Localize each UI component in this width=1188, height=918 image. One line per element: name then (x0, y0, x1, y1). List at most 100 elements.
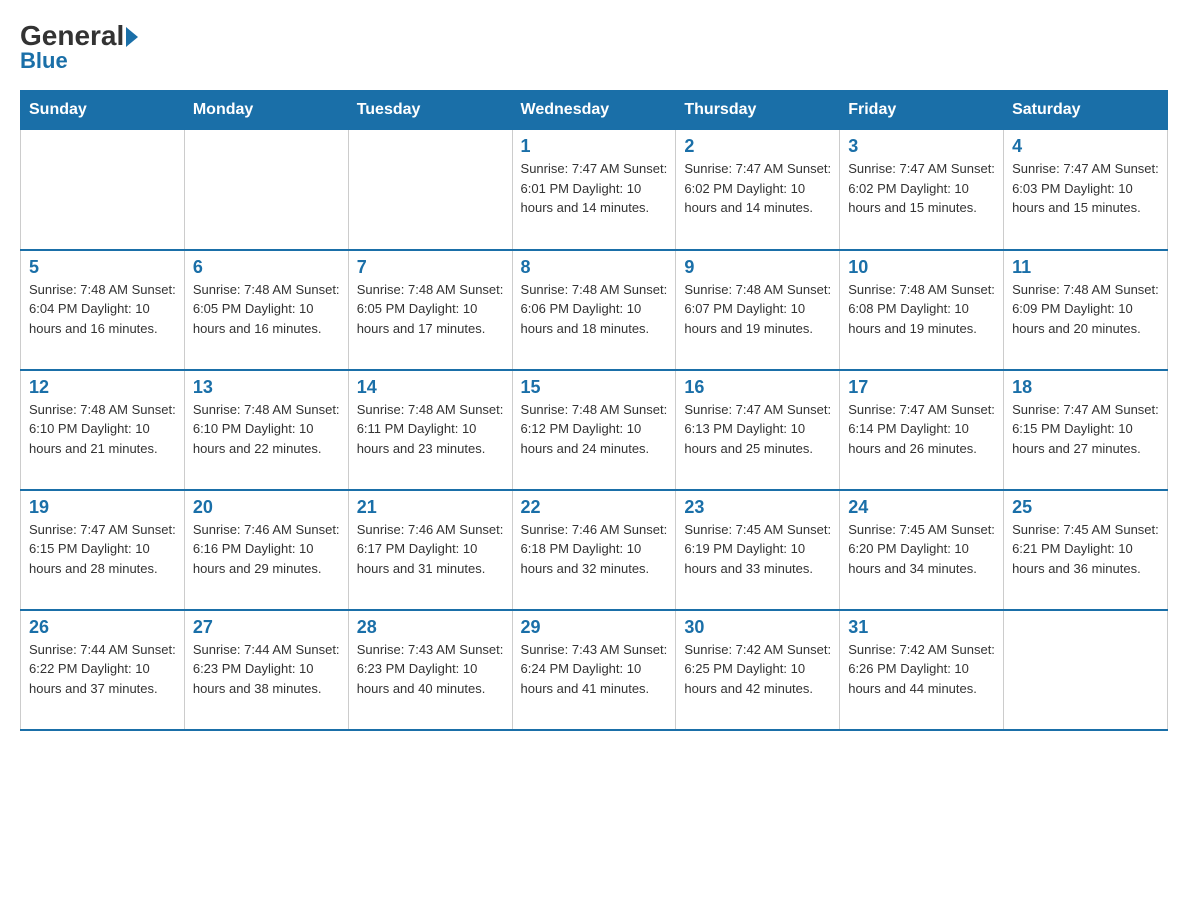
day-number: 20 (193, 497, 340, 518)
calendar-cell (21, 130, 185, 250)
day-info: Sunrise: 7:47 AM Sunset: 6:02 PM Dayligh… (848, 159, 995, 218)
weekday-header-thursday: Thursday (676, 91, 840, 130)
day-info: Sunrise: 7:45 AM Sunset: 6:20 PM Dayligh… (848, 520, 995, 579)
calendar-cell: 4Sunrise: 7:47 AM Sunset: 6:03 PM Daylig… (1004, 130, 1168, 250)
day-info: Sunrise: 7:42 AM Sunset: 6:26 PM Dayligh… (848, 640, 995, 699)
day-info: Sunrise: 7:47 AM Sunset: 6:14 PM Dayligh… (848, 400, 995, 459)
calendar-cell: 7Sunrise: 7:48 AM Sunset: 6:05 PM Daylig… (348, 250, 512, 370)
day-number: 19 (29, 497, 176, 518)
day-number: 18 (1012, 377, 1159, 398)
day-number: 3 (848, 136, 995, 157)
day-number: 4 (1012, 136, 1159, 157)
page-header: General Blue (20, 20, 1168, 74)
day-number: 6 (193, 257, 340, 278)
calendar-cell: 19Sunrise: 7:47 AM Sunset: 6:15 PM Dayli… (21, 490, 185, 610)
calendar-cell: 16Sunrise: 7:47 AM Sunset: 6:13 PM Dayli… (676, 370, 840, 490)
calendar-cell: 13Sunrise: 7:48 AM Sunset: 6:10 PM Dayli… (184, 370, 348, 490)
day-info: Sunrise: 7:47 AM Sunset: 6:15 PM Dayligh… (1012, 400, 1159, 459)
day-number: 21 (357, 497, 504, 518)
day-number: 15 (521, 377, 668, 398)
calendar-cell: 21Sunrise: 7:46 AM Sunset: 6:17 PM Dayli… (348, 490, 512, 610)
weekday-header-friday: Friday (840, 91, 1004, 130)
day-info: Sunrise: 7:48 AM Sunset: 6:10 PM Dayligh… (193, 400, 340, 459)
day-number: 26 (29, 617, 176, 638)
calendar-cell: 24Sunrise: 7:45 AM Sunset: 6:20 PM Dayli… (840, 490, 1004, 610)
day-info: Sunrise: 7:45 AM Sunset: 6:19 PM Dayligh… (684, 520, 831, 579)
calendar-cell: 8Sunrise: 7:48 AM Sunset: 6:06 PM Daylig… (512, 250, 676, 370)
calendar-cell: 15Sunrise: 7:48 AM Sunset: 6:12 PM Dayli… (512, 370, 676, 490)
logo-blue-text: Blue (20, 48, 68, 74)
calendar-cell: 1Sunrise: 7:47 AM Sunset: 6:01 PM Daylig… (512, 130, 676, 250)
day-info: Sunrise: 7:46 AM Sunset: 6:18 PM Dayligh… (521, 520, 668, 579)
calendar-cell: 20Sunrise: 7:46 AM Sunset: 6:16 PM Dayli… (184, 490, 348, 610)
day-info: Sunrise: 7:46 AM Sunset: 6:16 PM Dayligh… (193, 520, 340, 579)
day-number: 30 (684, 617, 831, 638)
calendar-week-3: 12Sunrise: 7:48 AM Sunset: 6:10 PM Dayli… (21, 370, 1168, 490)
day-info: Sunrise: 7:43 AM Sunset: 6:24 PM Dayligh… (521, 640, 668, 699)
day-number: 23 (684, 497, 831, 518)
day-number: 17 (848, 377, 995, 398)
calendar-body: 1Sunrise: 7:47 AM Sunset: 6:01 PM Daylig… (21, 130, 1168, 730)
day-number: 9 (684, 257, 831, 278)
day-info: Sunrise: 7:48 AM Sunset: 6:05 PM Dayligh… (357, 280, 504, 339)
calendar-cell (1004, 610, 1168, 730)
day-number: 27 (193, 617, 340, 638)
weekday-header-wednesday: Wednesday (512, 91, 676, 130)
day-number: 2 (684, 136, 831, 157)
day-info: Sunrise: 7:47 AM Sunset: 6:03 PM Dayligh… (1012, 159, 1159, 218)
day-number: 22 (521, 497, 668, 518)
calendar-cell: 11Sunrise: 7:48 AM Sunset: 6:09 PM Dayli… (1004, 250, 1168, 370)
day-number: 5 (29, 257, 176, 278)
day-info: Sunrise: 7:46 AM Sunset: 6:17 PM Dayligh… (357, 520, 504, 579)
calendar-cell: 3Sunrise: 7:47 AM Sunset: 6:02 PM Daylig… (840, 130, 1004, 250)
calendar-cell: 25Sunrise: 7:45 AM Sunset: 6:21 PM Dayli… (1004, 490, 1168, 610)
day-number: 8 (521, 257, 668, 278)
day-info: Sunrise: 7:42 AM Sunset: 6:25 PM Dayligh… (684, 640, 831, 699)
day-info: Sunrise: 7:47 AM Sunset: 6:01 PM Dayligh… (521, 159, 668, 218)
day-info: Sunrise: 7:48 AM Sunset: 6:12 PM Dayligh… (521, 400, 668, 459)
calendar-week-2: 5Sunrise: 7:48 AM Sunset: 6:04 PM Daylig… (21, 250, 1168, 370)
day-number: 1 (521, 136, 668, 157)
calendar-week-4: 19Sunrise: 7:47 AM Sunset: 6:15 PM Dayli… (21, 490, 1168, 610)
day-number: 29 (521, 617, 668, 638)
day-info: Sunrise: 7:47 AM Sunset: 6:15 PM Dayligh… (29, 520, 176, 579)
day-number: 24 (848, 497, 995, 518)
calendar-cell: 31Sunrise: 7:42 AM Sunset: 6:26 PM Dayli… (840, 610, 1004, 730)
day-number: 11 (1012, 257, 1159, 278)
logo-arrow-icon (126, 27, 138, 47)
day-info: Sunrise: 7:48 AM Sunset: 6:06 PM Dayligh… (521, 280, 668, 339)
calendar-cell: 14Sunrise: 7:48 AM Sunset: 6:11 PM Dayli… (348, 370, 512, 490)
calendar-cell: 26Sunrise: 7:44 AM Sunset: 6:22 PM Dayli… (21, 610, 185, 730)
weekday-header-tuesday: Tuesday (348, 91, 512, 130)
day-info: Sunrise: 7:48 AM Sunset: 6:07 PM Dayligh… (684, 280, 831, 339)
calendar-cell: 30Sunrise: 7:42 AM Sunset: 6:25 PM Dayli… (676, 610, 840, 730)
calendar-week-1: 1Sunrise: 7:47 AM Sunset: 6:01 PM Daylig… (21, 130, 1168, 250)
day-info: Sunrise: 7:44 AM Sunset: 6:22 PM Dayligh… (29, 640, 176, 699)
weekday-header-saturday: Saturday (1004, 91, 1168, 130)
day-number: 10 (848, 257, 995, 278)
day-info: Sunrise: 7:48 AM Sunset: 6:09 PM Dayligh… (1012, 280, 1159, 339)
calendar-cell (184, 130, 348, 250)
calendar-cell: 5Sunrise: 7:48 AM Sunset: 6:04 PM Daylig… (21, 250, 185, 370)
day-info: Sunrise: 7:47 AM Sunset: 6:02 PM Dayligh… (684, 159, 831, 218)
day-info: Sunrise: 7:48 AM Sunset: 6:11 PM Dayligh… (357, 400, 504, 459)
calendar-cell: 29Sunrise: 7:43 AM Sunset: 6:24 PM Dayli… (512, 610, 676, 730)
day-number: 31 (848, 617, 995, 638)
weekday-row: SundayMondayTuesdayWednesdayThursdayFrid… (21, 91, 1168, 130)
day-info: Sunrise: 7:48 AM Sunset: 6:08 PM Dayligh… (848, 280, 995, 339)
calendar-cell: 18Sunrise: 7:47 AM Sunset: 6:15 PM Dayli… (1004, 370, 1168, 490)
day-number: 16 (684, 377, 831, 398)
calendar-cell: 9Sunrise: 7:48 AM Sunset: 6:07 PM Daylig… (676, 250, 840, 370)
day-info: Sunrise: 7:48 AM Sunset: 6:10 PM Dayligh… (29, 400, 176, 459)
day-info: Sunrise: 7:45 AM Sunset: 6:21 PM Dayligh… (1012, 520, 1159, 579)
day-number: 28 (357, 617, 504, 638)
calendar-header: SundayMondayTuesdayWednesdayThursdayFrid… (21, 91, 1168, 130)
calendar-cell: 27Sunrise: 7:44 AM Sunset: 6:23 PM Dayli… (184, 610, 348, 730)
calendar-cell (348, 130, 512, 250)
day-info: Sunrise: 7:47 AM Sunset: 6:13 PM Dayligh… (684, 400, 831, 459)
calendar-cell: 28Sunrise: 7:43 AM Sunset: 6:23 PM Dayli… (348, 610, 512, 730)
day-info: Sunrise: 7:44 AM Sunset: 6:23 PM Dayligh… (193, 640, 340, 699)
calendar-cell: 12Sunrise: 7:48 AM Sunset: 6:10 PM Dayli… (21, 370, 185, 490)
calendar-cell: 6Sunrise: 7:48 AM Sunset: 6:05 PM Daylig… (184, 250, 348, 370)
day-number: 12 (29, 377, 176, 398)
